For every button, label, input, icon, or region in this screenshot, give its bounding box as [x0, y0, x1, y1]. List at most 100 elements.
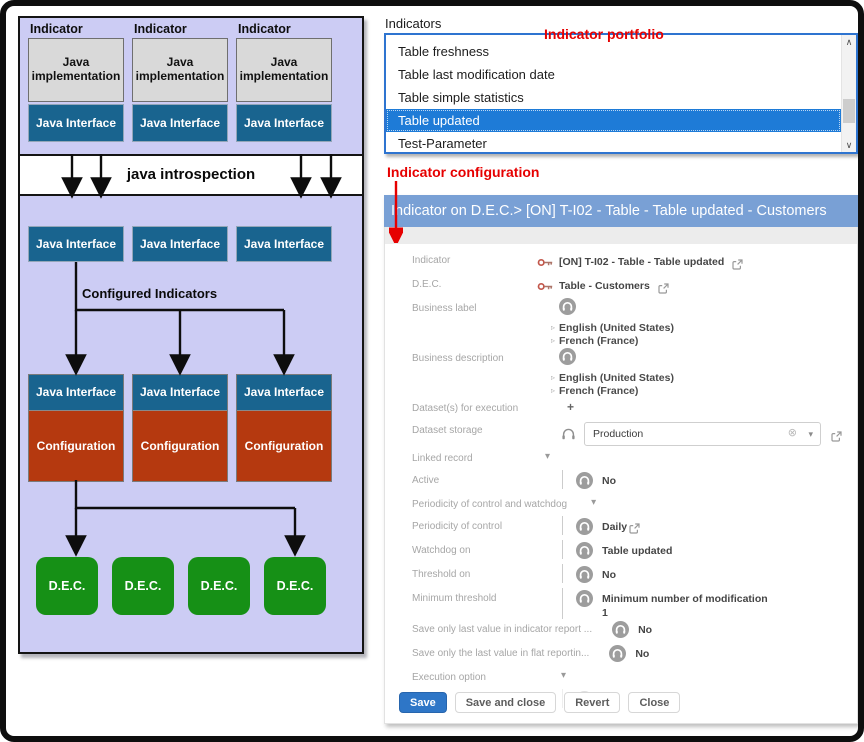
java-interface-box: Java Interface: [132, 104, 228, 142]
expand-icon[interactable]: ▹: [551, 336, 555, 345]
java-interface-box: Java Interface: [133, 375, 227, 411]
form-row: D.E.C.Table - Customers: [385, 274, 857, 298]
field-value: ▹English (United States)▹ French (France): [537, 348, 857, 398]
inherited-value-icon[interactable]: [559, 348, 576, 365]
indicator-group: IndicatorJava implementationJava Interfa…: [132, 21, 228, 142]
configuration-box: Configuration: [237, 411, 331, 481]
field-value-text: Table - Customers: [559, 280, 650, 292]
java-interface-box: Java Interface: [132, 226, 228, 262]
field-label: Minimum threshold: [385, 588, 537, 604]
field-value: Daily: [537, 516, 857, 535]
form-row: Dataset(s) for execution+: [385, 398, 857, 420]
scrollbar[interactable]: ∧ ∨: [841, 35, 856, 152]
list-item[interactable]: Table updated: [386, 109, 841, 132]
scroll-up-icon[interactable]: ∧: [842, 35, 856, 49]
expand-icon[interactable]: ▹: [551, 373, 555, 382]
middle-interface-row: Java InterfaceJava InterfaceJava Interfa…: [28, 226, 332, 262]
form-row: Execution option▾: [385, 667, 857, 689]
form-row: Dataset storage⊗▾: [385, 420, 857, 448]
external-link-icon[interactable]: [629, 523, 640, 534]
configured-indicator-box: Java InterfaceConfiguration: [236, 374, 332, 482]
inherited-value-icon[interactable]: [576, 566, 593, 583]
field-value: Table updated: [537, 540, 857, 559]
indicator-list[interactable]: Table freshnessTable last modification d…: [384, 33, 858, 154]
field-label: Threshold on: [385, 564, 537, 580]
form-row: Linked record▾: [385, 448, 857, 470]
java-interface-box: Java Interface: [28, 226, 124, 262]
add-icon[interactable]: +: [567, 401, 574, 413]
external-link-icon[interactable]: [732, 259, 743, 270]
configured-indicator-box: Java InterfaceConfiguration: [28, 374, 124, 482]
configuration-box: Configuration: [133, 411, 227, 481]
java-interface-box: Java Interface: [28, 104, 124, 142]
dec-box: D.E.C.: [36, 557, 98, 615]
form-rows: Indicator[ON] T-I02 - Table - Table upda…: [385, 244, 857, 713]
external-link-icon[interactable]: [658, 283, 669, 294]
key-icon: [537, 282, 553, 291]
inherited-value-icon[interactable]: [576, 590, 593, 607]
inherited-value-icon[interactable]: [576, 472, 593, 489]
external-link-icon[interactable]: [831, 431, 842, 442]
java-implementation-box: Java implementation: [132, 38, 228, 102]
language-row: ▹French (France): [551, 335, 857, 348]
indicator-group: Indicator Java implementationJava Interfa…: [28, 21, 124, 142]
field-value: Table - Customers: [537, 274, 857, 298]
interface-configuration-row: Java InterfaceConfigurationJava Interfac…: [28, 374, 332, 482]
annotation-arrow: [389, 181, 403, 243]
field-value-text: Minimum number of modification: [602, 593, 768, 605]
configured-indicators-label: Configured Indicators: [82, 286, 217, 301]
indicator-configuration-annotation: Indicator configuration: [387, 164, 539, 180]
field-label: Business label: [385, 298, 537, 314]
form-row: Save only last value in indicator report…: [385, 619, 857, 643]
list-item[interactable]: Table last modification date: [386, 63, 841, 86]
save-button[interactable]: Save: [399, 692, 447, 713]
collapse-icon[interactable]: ▾: [561, 671, 566, 681]
form-row: Watchdog onTable updated: [385, 540, 857, 564]
list-item[interactable]: Table simple statistics: [386, 86, 841, 109]
field-value: ⊗▾: [537, 420, 857, 448]
indicator-list-items: Table freshnessTable last modification d…: [386, 35, 841, 152]
save-and-close-button[interactable]: Save and close: [455, 692, 557, 713]
inherited-value-icon[interactable]: [609, 645, 626, 662]
indicator-configuration-panel: Indicator on D.E.C.> [ON] T-I02 - Table …: [384, 195, 858, 724]
form-row: Minimum threshold Minimum number of modif…: [385, 588, 857, 619]
java-interface-box: Java Interface: [237, 375, 331, 411]
expand-icon[interactable]: ▹: [551, 386, 555, 395]
dropdown-icon[interactable]: ▾: [808, 426, 813, 442]
form-row: Periodicity of control and watchdog▾: [385, 494, 857, 516]
collapse-icon[interactable]: ▾: [545, 452, 550, 462]
expand-icon[interactable]: ▹: [551, 323, 555, 332]
field-label: Periodicity of control: [385, 516, 537, 532]
java-interface-box: Java Interface: [236, 104, 332, 142]
field-value: ▹English (United States)▹French (France): [537, 298, 857, 348]
collapse-icon[interactable]: ▾: [591, 498, 596, 508]
java-implementation-box: Java implementation: [28, 38, 124, 102]
list-item[interactable]: Test-Parameter: [386, 132, 841, 152]
language-row: ▹English (United States): [551, 372, 857, 385]
inherited-value-icon[interactable]: [559, 298, 576, 315]
field-label: Save only last value in indicator report…: [385, 619, 592, 635]
inherited-value-icon[interactable]: [612, 621, 629, 638]
field-label: Dataset storage: [385, 420, 537, 436]
field-value-secondary: 1: [602, 607, 768, 619]
language-label: French (France): [559, 385, 638, 397]
clear-icon[interactable]: ⊗: [788, 426, 797, 439]
field-value-text: No: [602, 569, 616, 581]
indicators-list-label: Indicators: [385, 16, 441, 31]
inherited-value-icon[interactable]: [576, 542, 593, 559]
revert-button[interactable]: Revert: [564, 692, 620, 713]
indicator-groups: IndicatorJava implementationJava Interfa…: [28, 21, 332, 142]
close-button[interactable]: Close: [628, 692, 680, 713]
panel-toolbar-strip: [385, 227, 857, 244]
form-row: Threshold on No: [385, 564, 857, 588]
dataset-storage-input[interactable]: [584, 422, 821, 446]
list-item[interactable]: Table freshness: [386, 40, 841, 63]
scrollbar-thumb[interactable]: [843, 99, 855, 123]
field-value-text: No: [638, 624, 652, 636]
dataset-storage-combobox[interactable]: ⊗▾: [584, 422, 821, 446]
panel-title: Indicator on D.E.C.> [ON] T-I02 - Table …: [384, 195, 858, 227]
dec-box: D.E.C.: [112, 557, 174, 615]
scroll-down-icon[interactable]: ∨: [842, 138, 856, 152]
indicator-label: Indicator: [30, 22, 124, 36]
inherited-value-icon[interactable]: [576, 518, 593, 535]
